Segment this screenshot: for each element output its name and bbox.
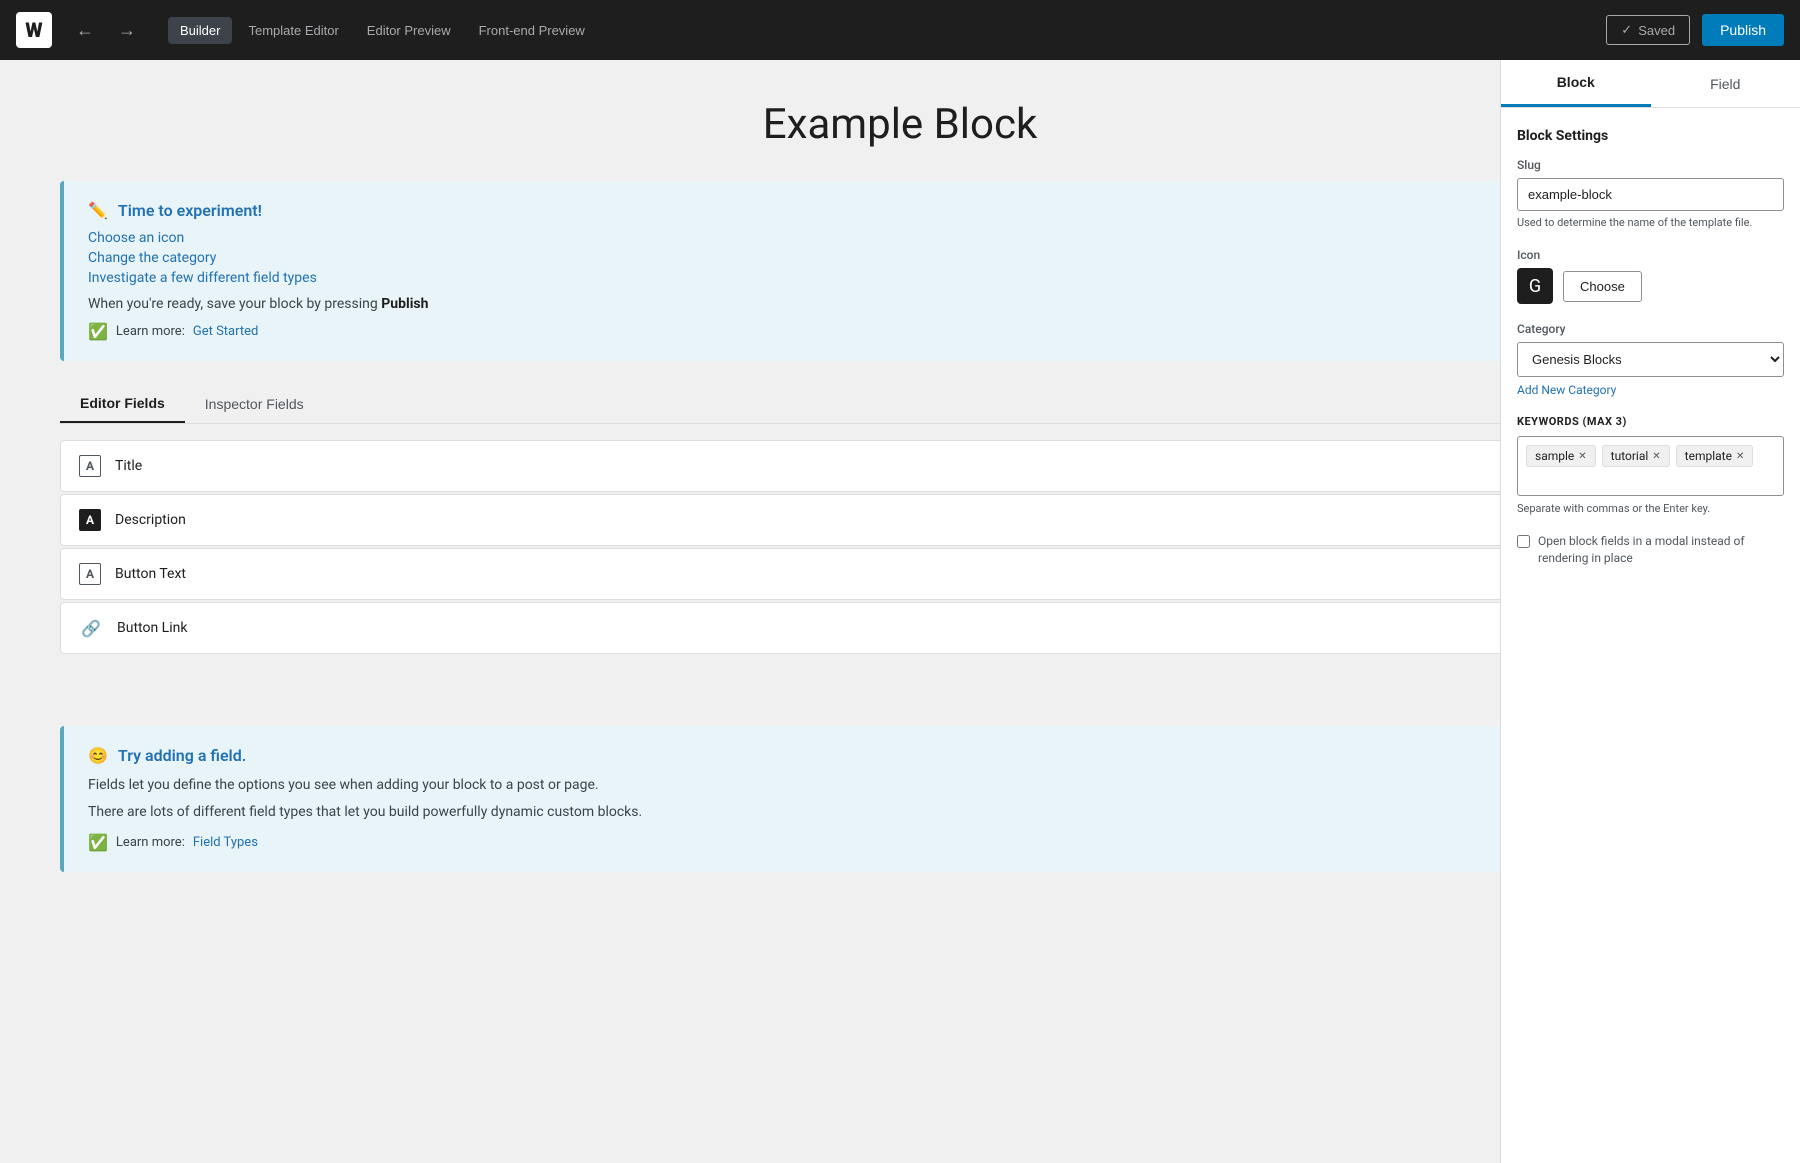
tab-template-editor[interactable]: Template Editor [236,17,350,44]
description-field-icon: A [79,509,101,531]
info-box-list: Choose an icon Change the category Inves… [88,230,1716,286]
sidebar-tabs: Block Field [1501,60,1800,108]
description-field-label: Description [115,512,1566,528]
keywords-hint: Separate with commas or the Enter key. [1517,502,1784,515]
tab-inspector-fields[interactable]: Inspector Fields [185,385,324,423]
nav-tabs: Builder Template Editor Editor Preview F… [168,17,597,44]
nav-right: ✓ Saved Publish [1606,14,1784,46]
tab-builder[interactable]: Builder [168,17,232,44]
info-box: ✏️ Time to experiment! Choose an icon Ch… [60,181,1740,361]
keyword-text: template [1685,449,1732,463]
main-layout: Example Block ✏️ Time to experiment! Cho… [0,60,1800,1163]
check-circle-icon: ✅ [88,833,108,852]
slug-group: Slug Used to determine the name of the t… [1517,158,1784,230]
keyword-tag: tutorial ✕ [1602,445,1670,467]
tab-editor-preview[interactable]: Editor Preview [355,17,463,44]
icon-label: Icon [1517,248,1784,262]
keywords-box[interactable]: sample ✕ tutorial ✕ template ✕ [1517,436,1784,496]
add-category-link[interactable]: Add New Category [1517,383,1784,397]
try-box-header: 😊 Try adding a field. [88,746,1716,765]
pencil-icon: ✏️ [88,201,108,220]
button-text-field-icon: A [79,563,101,585]
button-link-field-label: Button Link [117,620,1566,636]
icon-picker: G Choose [1517,268,1784,304]
info-box-learn: ✅ Learn more: Get Started [88,322,1716,341]
icon-group: Icon G Choose [1517,248,1784,304]
sidebar-content: Block Settings Slug Used to determine th… [1501,108,1800,587]
keyword-remove-button[interactable]: ✕ [1652,451,1660,462]
check-circle-icon: ✅ [88,322,108,341]
category-select[interactable]: Genesis Blocks Common Formatting Layout … [1517,342,1784,377]
keyword-tag: sample ✕ [1526,445,1596,467]
keyword-text: tutorial [1611,449,1649,463]
publish-button[interactable]: Publish [1702,14,1784,46]
fields-container: A Title title 📋 A Description descriptio… [60,440,1740,654]
tab-field[interactable]: Field [1651,60,1800,107]
smile-icon: 😊 [88,746,108,765]
block-settings-title: Block Settings [1517,128,1784,144]
keywords-label: KEYWORDS (MAX 3) [1517,415,1784,428]
info-box-header: ✏️ Time to experiment! [88,201,1716,220]
try-box: 😊 Try adding a field. Fields let you def… [60,726,1740,872]
try-box-title: Try adding a field. [118,746,246,765]
title-field-icon: A [79,455,101,477]
info-box-title: Time to experiment! [118,201,262,220]
slug-hint: Used to determine the name of the templa… [1517,215,1784,230]
button-text-field-label: Button Text [115,566,1566,582]
field-row: 🔗 Button Link button-link 📋 [60,602,1740,654]
info-box-publish-text: When you're ready, save your block by pr… [88,296,1716,312]
keyword-text: sample [1535,449,1574,463]
list-item: Investigate a few different field types [88,270,1716,286]
right-sidebar: Block Field Block Settings Slug Used to … [1500,60,1800,1163]
slug-input[interactable] [1517,178,1784,211]
field-row: A Title title 📋 [60,440,1740,492]
back-button[interactable]: ← [76,20,94,41]
tab-block[interactable]: Block [1501,60,1651,107]
choose-icon-button[interactable]: Choose [1563,271,1642,302]
saved-button[interactable]: ✓ Saved [1606,15,1690,45]
field-tabs: Editor Fields Inspector Fields [60,385,1740,424]
forward-button[interactable]: → [118,20,136,41]
list-item: Choose an icon [88,230,1716,246]
try-box-text2: There are lots of different field types … [88,802,1716,823]
wp-logo: W [16,12,52,48]
keyword-tag: template ✕ [1676,445,1754,467]
category-label: Category [1517,322,1784,336]
modal-checkbox[interactable] [1517,535,1530,548]
field-row: A Button Text button-text 📋 [60,548,1740,600]
list-item: Change the category [88,250,1716,266]
title-field-label: Title [115,458,1609,474]
slug-label: Slug [1517,158,1784,172]
keyword-remove-button[interactable]: ✕ [1736,451,1744,462]
try-box-text1: Fields let you define the options you se… [88,775,1716,796]
get-started-link[interactable]: Get Started [193,324,258,339]
modal-checkbox-row: Open block fields in a modal instead of … [1517,533,1784,567]
tab-frontend-preview[interactable]: Front-end Preview [467,17,597,44]
try-box-learn: ✅ Learn more: Field Types [88,833,1716,852]
field-row: A Description description 📋 [60,494,1740,546]
category-group: Category Genesis Blocks Common Formattin… [1517,322,1784,397]
checkmark-icon: ✓ [1621,22,1632,38]
icon-preview: G [1517,268,1553,304]
button-link-field-icon: 🔗 [79,619,103,638]
keywords-section: KEYWORDS (MAX 3) sample ✕ tutorial ✕ tem… [1517,415,1784,515]
top-navigation: W ← → Builder Template Editor Editor Pre… [0,0,1800,60]
field-types-link[interactable]: Field Types [193,835,258,850]
page-title: Example Block [60,100,1740,149]
modal-checkbox-label: Open block fields in a modal instead of … [1538,533,1784,567]
tab-editor-fields[interactable]: Editor Fields [60,385,185,423]
keyword-remove-button[interactable]: ✕ [1578,451,1586,462]
